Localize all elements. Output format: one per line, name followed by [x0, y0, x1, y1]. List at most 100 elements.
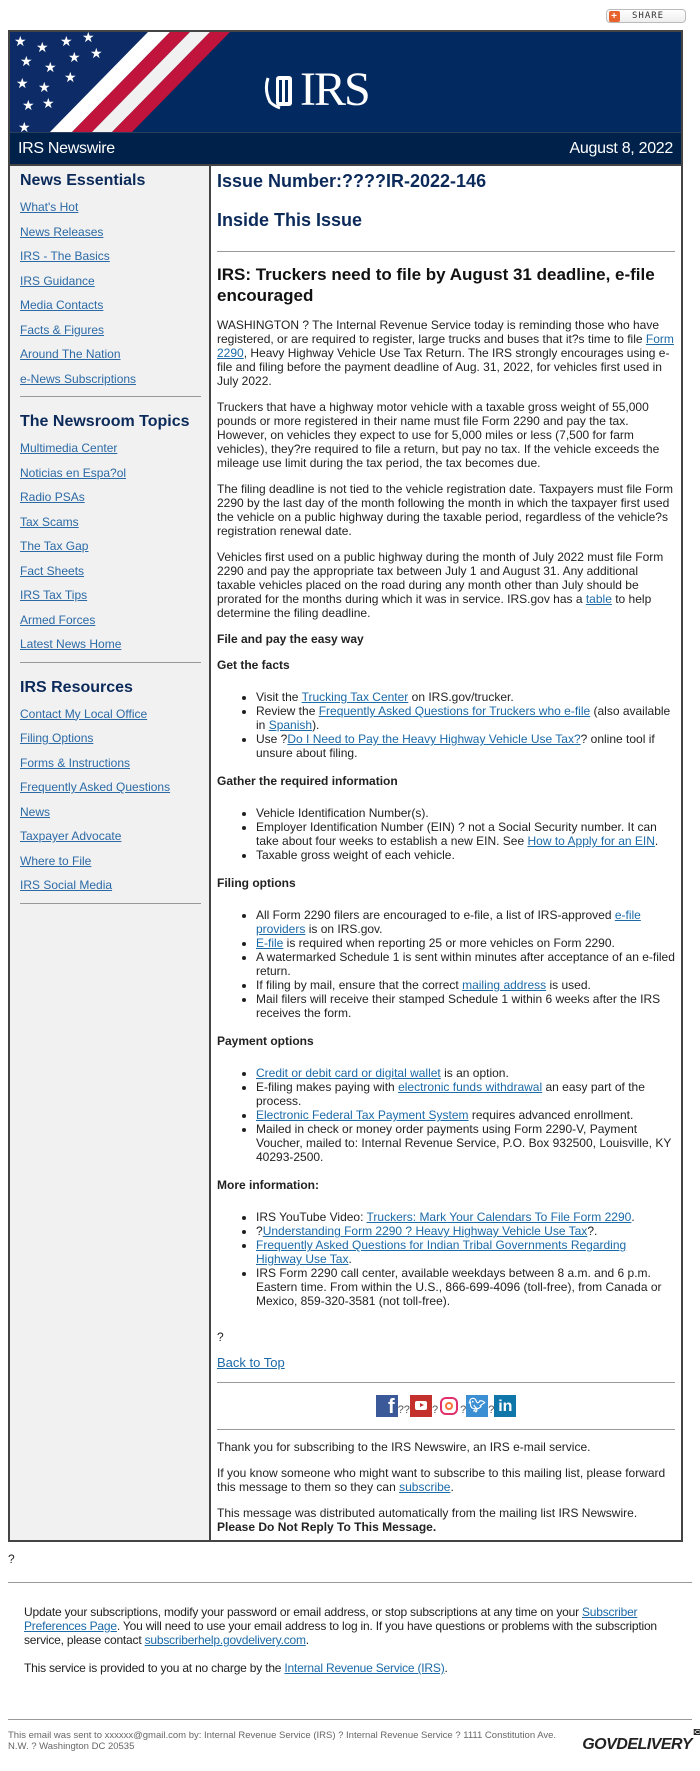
facebook-icon[interactable]: f [375, 1395, 398, 1418]
list-item: All Form 2290 filers are encouraged to e… [256, 908, 675, 936]
issue-number: Issue Number:????IR-2022-146 [217, 171, 487, 191]
sidebar-link[interactable]: News [20, 805, 201, 819]
sidebar-link[interactable]: IRS - The Basics [20, 249, 201, 263]
sidebar-link[interactable]: Fact Sheets [20, 564, 201, 578]
subheading: Payment options [217, 1034, 314, 1048]
svg-text:★: ★ [60, 34, 73, 50]
divider [217, 1382, 675, 1383]
tribal-faq-link[interactable]: Frequently Asked Questions for Indian Tr… [256, 1238, 626, 1266]
facts-list: Visit the Trucking Tax Center on IRS.gov… [217, 690, 675, 760]
sidebar: News Essentials What's Hot News Releases… [10, 166, 211, 1540]
thanks-text: Thank you for subscribing to the IRS New… [217, 1440, 591, 1454]
sidebar-link[interactable]: Taxpayer Advocate [20, 829, 201, 843]
card-payment-link[interactable]: Credit or debit card or digital wallet [256, 1066, 441, 1080]
svg-text:★: ★ [68, 50, 81, 66]
list-item: E-filing makes paying with electronic fu… [256, 1080, 675, 1108]
sidebar-link[interactable]: Facts & Figures [20, 323, 201, 337]
sidebar-link[interactable]: News Releases [20, 225, 201, 239]
list-item: If filing by mail, ensure that the corre… [256, 978, 675, 992]
list-item: IRS YouTube Video: Truckers: Mark Your C… [256, 1210, 675, 1224]
svg-text:★: ★ [38, 80, 51, 96]
sidebar-link[interactable]: IRS Guidance [20, 274, 201, 288]
sidebar-link[interactable]: Contact My Local Office [20, 707, 201, 721]
sidebar-link[interactable]: Filing Options [20, 731, 201, 745]
table-link[interactable]: table [586, 592, 612, 606]
list-item: Mail filers will receive their stamped S… [256, 992, 675, 1020]
irs-link[interactable]: Internal Revenue Service (IRS) [284, 1661, 444, 1675]
sidebar-section-newsroom-topics: The Newsroom Topics Multimedia Center No… [20, 411, 201, 651]
section-title: News Essentials [20, 172, 146, 189]
section-title: The Newsroom Topics [20, 413, 190, 430]
sidebar-link[interactable]: Media Contacts [20, 298, 201, 312]
gather-list: Vehicle Identification Number(s). Employ… [217, 806, 675, 862]
sidebar-section-irs-resources: IRS Resources Contact My Local Office Fi… [20, 677, 201, 893]
svg-text:★: ★ [18, 120, 31, 132]
placeholder-char: ? [8, 1552, 15, 1566]
sidebar-link[interactable]: Around The Nation [20, 347, 201, 361]
hvut-tool-link[interactable]: Do I Need to Pay the Heavy Highway Vehic… [287, 732, 580, 746]
sidebar-section-news-essentials: News Essentials What's Hot News Releases… [20, 170, 201, 386]
youtube-video-link[interactable]: Truckers: Mark Your Calendars To File Fo… [367, 1210, 632, 1224]
header-banner: ★ ★ ★ ★ ★ ★ ★ ★ ★ ★ ★ ★ ★ ★ IRS [10, 32, 681, 132]
paragraph: The filing deadline is not tied to the v… [217, 482, 674, 538]
subscription-footer: Update your subscriptions, modify your p… [0, 1583, 700, 1699]
youtube-icon[interactable] [409, 1395, 432, 1417]
sidebar-link[interactable]: Frequently Asked Questions [20, 780, 201, 794]
svg-text:★: ★ [20, 54, 33, 70]
efile-link[interactable]: E-file [256, 936, 283, 950]
list-item: Review the Frequently Asked Questions fo… [256, 704, 675, 732]
sidebar-link[interactable]: Radio PSAs [20, 490, 201, 504]
share-button[interactable]: + SHARE [606, 9, 686, 23]
svg-text:★: ★ [14, 34, 27, 50]
payment-list: Credit or debit card or digital wallet i… [217, 1066, 675, 1164]
subscriber-help-link[interactable]: subscriberhelp.govdelivery.com [145, 1633, 306, 1647]
svg-text:★: ★ [36, 40, 49, 56]
list-item: Visit the Trucking Tax Center on IRS.gov… [256, 690, 675, 704]
linkedin-icon[interactable]: in [494, 1395, 517, 1417]
apply-ein-link[interactable]: How to Apply for an EIN [528, 834, 655, 848]
list-item: IRS Form 2290 call center, available wee… [256, 1266, 675, 1308]
sidebar-link[interactable]: What's Hot [20, 200, 201, 214]
faq-truckers-link[interactable]: Frequently Asked Questions for Truckers … [319, 704, 590, 718]
sidebar-link[interactable]: IRS Tax Tips [20, 588, 201, 602]
sidebar-link[interactable]: IRS Social Media [20, 878, 201, 892]
instagram-icon[interactable] [438, 1395, 460, 1417]
list-item: Credit or debit card or digital wallet i… [256, 1066, 675, 1080]
article-title: IRS: Truckers need to file by August 31 … [217, 265, 655, 305]
main-content: Issue Number:????IR-2022-146 Inside This… [211, 166, 681, 1540]
logo-text: IRS [300, 63, 371, 116]
list-item: Mailed in check or money order payments … [256, 1122, 675, 1164]
flag-graphic: ★ ★ ★ ★ ★ ★★ ★ ★ ★★ ★ ★★ [10, 32, 230, 132]
sidebar-link[interactable]: Forms & Instructions [20, 756, 201, 770]
no-reply-notice: Please Do Not Reply To This Message. [217, 1520, 437, 1534]
update-text: Update your subscriptions, modify your p… [24, 1605, 657, 1647]
sidebar-link[interactable]: Armed Forces [20, 613, 201, 627]
inside-this-issue: Inside This Issue [217, 210, 363, 230]
sidebar-link[interactable]: Latest News Home [20, 637, 201, 651]
auto-text: This message was distributed automatical… [217, 1506, 638, 1534]
sidebar-link[interactable]: Tax Scams [20, 515, 201, 529]
understanding-2290-link[interactable]: Understanding Form 2290 ? Heavy Highway … [263, 1224, 588, 1238]
sidebar-link[interactable]: Multimedia Center [20, 441, 201, 455]
divider [20, 661, 201, 663]
list-item: Electronic Federal Tax Payment System re… [256, 1108, 675, 1122]
sidebar-link[interactable]: e-News Subscriptions [20, 372, 201, 386]
trucking-tax-center-link[interactable]: Trucking Tax Center [302, 690, 409, 704]
eft-withdrawal-link[interactable]: electronic funds withdrawal [398, 1080, 542, 1094]
svg-text:★: ★ [44, 60, 57, 76]
govdelivery-logo[interactable]: GOVDELIVERY ✉ [582, 1727, 700, 1754]
subscribe-link[interactable]: subscribe [399, 1480, 450, 1494]
spanish-link[interactable]: Spanish [269, 718, 312, 732]
sidebar-link[interactable]: Noticias en Espa?ol [20, 466, 201, 480]
twitter-icon[interactable]: 🐦︎ [466, 1395, 489, 1417]
sidebar-link[interactable]: The Tax Gap [20, 539, 201, 553]
placeholder-char: ? [217, 1330, 224, 1344]
more-info-list: IRS YouTube Video: Truckers: Mark Your C… [217, 1210, 675, 1308]
list-item: Use ?Do I Need to Pay the Heavy Highway … [256, 732, 675, 760]
back-to-top-link[interactable]: Back to Top [217, 1355, 285, 1370]
divider [20, 396, 201, 397]
mailing-address-link[interactable]: mailing address [462, 978, 546, 992]
eftps-link[interactable]: Electronic Federal Tax Payment System [256, 1108, 469, 1122]
newswire-title: IRS Newswire [18, 139, 115, 157]
sidebar-link[interactable]: Where to File [20, 854, 201, 868]
